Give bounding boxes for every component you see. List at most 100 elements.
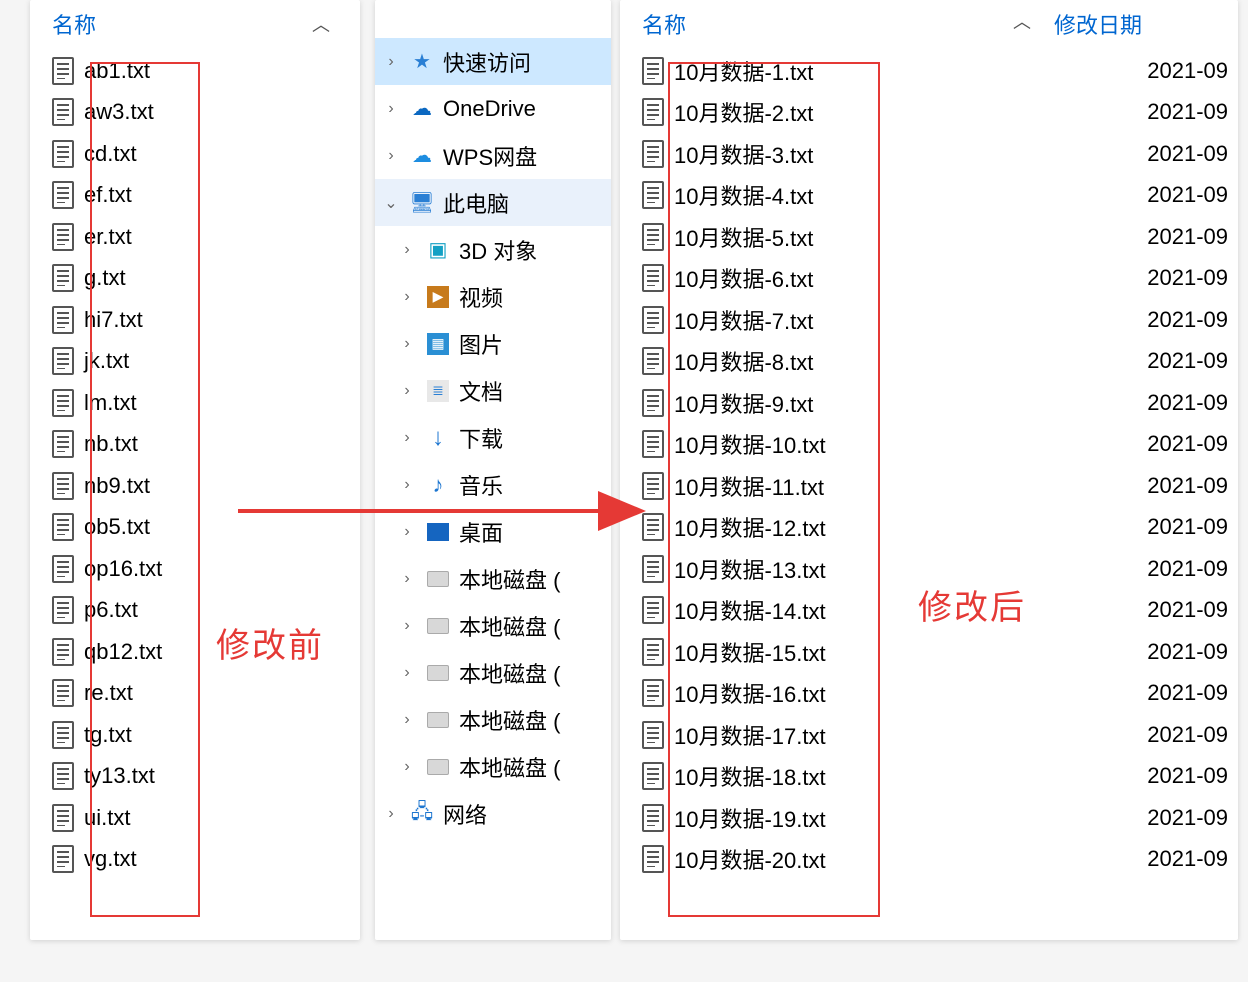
text-file-icon (52, 596, 74, 624)
nav-network[interactable]: › 🖧 网络 (375, 790, 611, 837)
nav-quick-access[interactable]: › ★ 快速访问 (375, 38, 611, 85)
text-file-icon (52, 762, 74, 790)
chevron-right-icon: › (397, 288, 417, 306)
chevron-right-icon: › (381, 100, 401, 118)
nav-label: 本地磁盘 ( (459, 657, 560, 689)
picture-icon: ▦ (425, 331, 451, 357)
text-file-icon (52, 513, 74, 541)
file-date: 2021-09 (1147, 348, 1228, 374)
file-date: 2021-09 (1147, 514, 1228, 540)
text-file-icon (642, 181, 664, 209)
nav-videos[interactable]: › ▶ 视频 (375, 273, 611, 320)
cloud-icon: ☁ (409, 143, 435, 169)
file-date: 2021-09 (1147, 846, 1228, 872)
arrow-icon (238, 486, 668, 536)
text-file-icon (642, 98, 664, 126)
chevron-right-icon: › (381, 805, 401, 823)
file-date: 2021-09 (1147, 58, 1228, 84)
text-file-icon (642, 430, 664, 458)
file-date: 2021-09 (1147, 307, 1228, 333)
nav-wps[interactable]: › ☁ WPS网盘 (375, 132, 611, 179)
disk-icon (425, 707, 451, 733)
nav-local-disk[interactable]: › 本地磁盘 ( (375, 649, 611, 696)
nav-label: 快速访问 (443, 46, 531, 78)
chevron-right-icon: › (397, 570, 417, 588)
star-icon: ★ (409, 49, 435, 75)
chevron-right-icon: › (397, 335, 417, 353)
chevron-up-icon: ︿ (312, 11, 330, 37)
text-file-icon (52, 306, 74, 334)
file-date: 2021-09 (1147, 182, 1228, 208)
disk-icon (425, 566, 451, 592)
download-icon: ↓ (425, 425, 451, 451)
file-date: 2021-09 (1147, 763, 1228, 789)
column-header-right[interactable]: 名称 ︿ 修改日期 (620, 0, 1238, 50)
nav-label: WPS网盘 (443, 140, 537, 172)
file-date: 2021-09 (1147, 680, 1228, 706)
chevron-right-icon: › (381, 53, 401, 71)
column-date-label: 修改日期 (1054, 8, 1220, 40)
nav-label: OneDrive (443, 96, 536, 122)
text-file-icon (52, 389, 74, 417)
nav-local-disk[interactable]: › 本地磁盘 ( (375, 602, 611, 649)
text-file-icon (52, 347, 74, 375)
text-file-icon (642, 679, 664, 707)
nav-3d-objects[interactable]: › ▣ 3D 对象 (375, 226, 611, 273)
nav-pictures[interactable]: › ▦ 图片 (375, 320, 611, 367)
text-file-icon (642, 845, 664, 873)
document-icon: ≣ (425, 378, 451, 404)
chevron-right-icon: › (397, 241, 417, 259)
file-date: 2021-09 (1147, 597, 1228, 623)
file-date: 2021-09 (1147, 805, 1228, 831)
chevron-down-icon: ⌄ (381, 193, 401, 213)
column-header-name-left[interactable]: 名称 ︿ (30, 0, 360, 50)
file-date: 2021-09 (1147, 99, 1228, 125)
text-file-icon (642, 306, 664, 334)
chevron-right-icon: › (381, 147, 401, 165)
nav-label: 文档 (459, 375, 503, 407)
disk-icon (425, 660, 451, 686)
file-date: 2021-09 (1147, 473, 1228, 499)
cloud-icon: ☁ (409, 96, 435, 122)
nav-onedrive[interactable]: › ☁ OneDrive (375, 85, 611, 132)
chevron-up-icon: ︿ (1002, 8, 1042, 40)
nav-label: 网络 (443, 798, 487, 830)
navigation-tree: › ★ 快速访问 › ☁ OneDrive › ☁ WPS网盘 ⌄ 🖥 此电脑 … (375, 0, 611, 940)
monitor-icon: 🖥 (409, 190, 435, 216)
nav-this-pc[interactable]: ⌄ 🖥 此电脑 (375, 179, 611, 226)
nav-local-disk[interactable]: › 本地磁盘 ( (375, 743, 611, 790)
annotation-before: 修改前 (216, 618, 324, 667)
text-file-icon (642, 762, 664, 790)
nav-label: 此电脑 (443, 187, 509, 219)
text-file-icon (642, 638, 664, 666)
annotation-after: 修改后 (918, 580, 1026, 629)
file-date: 2021-09 (1147, 556, 1228, 582)
chevron-right-icon: › (397, 758, 417, 776)
highlight-box-before (90, 62, 200, 917)
nav-local-disk[interactable]: › 本地磁盘 ( (375, 696, 611, 743)
text-file-icon (52, 264, 74, 292)
column-name-label: 名称 (52, 8, 96, 40)
file-date: 2021-09 (1147, 224, 1228, 250)
nav-label: 本地磁盘 ( (459, 610, 560, 642)
text-file-icon (642, 721, 664, 749)
chevron-right-icon: › (397, 382, 417, 400)
text-file-icon (52, 430, 74, 458)
nav-local-disk[interactable]: › 本地磁盘 ( (375, 555, 611, 602)
text-file-icon (52, 845, 74, 873)
file-date: 2021-09 (1147, 141, 1228, 167)
text-file-icon (642, 596, 664, 624)
nav-label: 本地磁盘 ( (459, 704, 560, 736)
text-file-icon (642, 347, 664, 375)
text-file-icon (642, 804, 664, 832)
text-file-icon (52, 472, 74, 500)
file-date: 2021-09 (1147, 390, 1228, 416)
text-file-icon (642, 140, 664, 168)
nav-label: 视频 (459, 281, 503, 313)
text-file-icon (52, 555, 74, 583)
file-date: 2021-09 (1147, 639, 1228, 665)
network-icon: 🖧 (409, 801, 435, 827)
nav-downloads[interactable]: › ↓ 下载 (375, 414, 611, 461)
nav-documents[interactable]: › ≣ 文档 (375, 367, 611, 414)
file-date: 2021-09 (1147, 431, 1228, 457)
